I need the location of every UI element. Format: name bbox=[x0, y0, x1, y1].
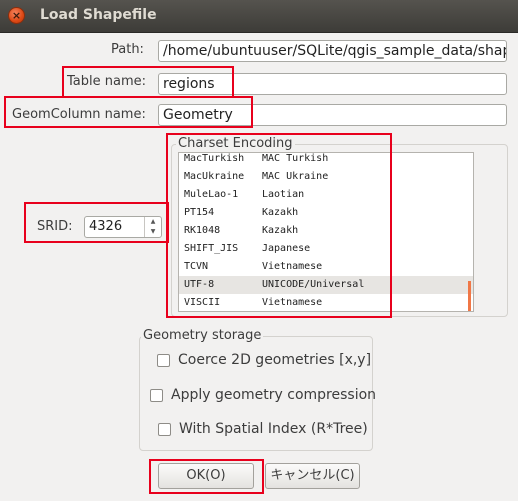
charset-title: Charset Encoding bbox=[176, 136, 295, 151]
list-item[interactable]: MuleLao-1 Laotian bbox=[179, 186, 473, 204]
geom-column-field[interactable]: Geometry bbox=[158, 104, 507, 126]
table-name-label: Table name: bbox=[67, 74, 146, 89]
spatial-index-label: With Spatial Index (R*Tree) bbox=[179, 421, 368, 437]
path-label: Path: bbox=[111, 42, 144, 57]
compression-label: Apply geometry compression bbox=[171, 387, 377, 403]
coerce-2d-checkbox[interactable] bbox=[157, 353, 170, 367]
charset-code: MacUkraine bbox=[184, 171, 245, 182]
charset-code: MuleLao-1 bbox=[184, 189, 239, 200]
ok-button[interactable]: OK(O) bbox=[158, 463, 254, 489]
charset-name: Kazakh bbox=[262, 207, 299, 218]
charset-name: Laotian bbox=[262, 189, 305, 200]
charset-code: SHIFT_JIS bbox=[184, 243, 239, 254]
charset-code: UTF-8 bbox=[184, 279, 215, 290]
list-item[interactable]: VISCII Vietnamese bbox=[179, 294, 473, 311]
srid-value[interactable]: 4326 bbox=[89, 219, 122, 234]
charset-code: PT154 bbox=[184, 207, 215, 218]
charset-name: Vietnamese bbox=[262, 297, 323, 308]
charset-name: Vietnamese bbox=[262, 261, 323, 272]
list-item-selected[interactable]: UTF-8 UNICODE/Universal bbox=[179, 276, 473, 294]
close-icon[interactable]: × bbox=[8, 7, 25, 24]
list-item[interactable]: MacTurkish MAC Turkish bbox=[179, 153, 473, 168]
spinner-arrows-icon[interactable]: ▲ ▼ bbox=[144, 217, 161, 237]
list-item[interactable]: PT154 Kazakh bbox=[179, 204, 473, 222]
list-item[interactable]: MacUkraine MAC Ukraine bbox=[179, 168, 473, 186]
charset-name: UNICODE/Universal bbox=[262, 279, 365, 290]
charset-name: Japanese bbox=[262, 243, 311, 254]
srid-label: SRID: bbox=[37, 219, 73, 234]
coerce-2d-option[interactable]: Coerce 2D geometries [x,y] bbox=[157, 350, 371, 370]
window-title: Load Shapefile bbox=[40, 7, 157, 23]
cancel-button[interactable]: キャンセル(C) bbox=[265, 463, 360, 489]
charset-code: TCVN bbox=[184, 261, 209, 272]
list-item[interactable]: SHIFT_JIS Japanese bbox=[179, 240, 473, 258]
charset-code: RK1048 bbox=[184, 225, 221, 236]
list-item[interactable]: TCVN Vietnamese bbox=[179, 258, 473, 276]
charset-name: MAC Ukraine bbox=[262, 171, 329, 182]
compression-option[interactable]: Apply geometry compression bbox=[150, 385, 376, 405]
path-field[interactable]: /home/ubuntuuser/SQLite/qgis_sample_data… bbox=[158, 40, 507, 62]
geometry-storage-title: Geometry storage bbox=[141, 328, 264, 343]
charset-code: MacTurkish bbox=[184, 153, 245, 164]
srid-spinner[interactable]: 4326 ▲ ▼ bbox=[84, 216, 162, 238]
coerce-2d-label: Coerce 2D geometries [x,y] bbox=[178, 352, 372, 368]
list-item[interactable]: RK1048 Kazakh bbox=[179, 222, 473, 240]
geom-column-label: GeomColumn name: bbox=[12, 107, 146, 122]
spatial-index-checkbox[interactable] bbox=[158, 422, 171, 436]
charset-name: Kazakh bbox=[262, 225, 299, 236]
charset-name: MAC Turkish bbox=[262, 153, 329, 164]
charset-list[interactable]: MacTurkish MAC Turkish MacUkraine MAC Ukra… bbox=[178, 152, 474, 312]
title-bar: × Load Shapefile bbox=[0, 0, 518, 33]
list-scrollbar[interactable] bbox=[468, 281, 471, 311]
spatial-index-option[interactable]: With Spatial Index (R*Tree) bbox=[158, 419, 368, 439]
table-name-field[interactable]: regions bbox=[158, 73, 507, 95]
compression-checkbox[interactable] bbox=[150, 388, 163, 402]
charset-code: VISCII bbox=[184, 297, 221, 308]
